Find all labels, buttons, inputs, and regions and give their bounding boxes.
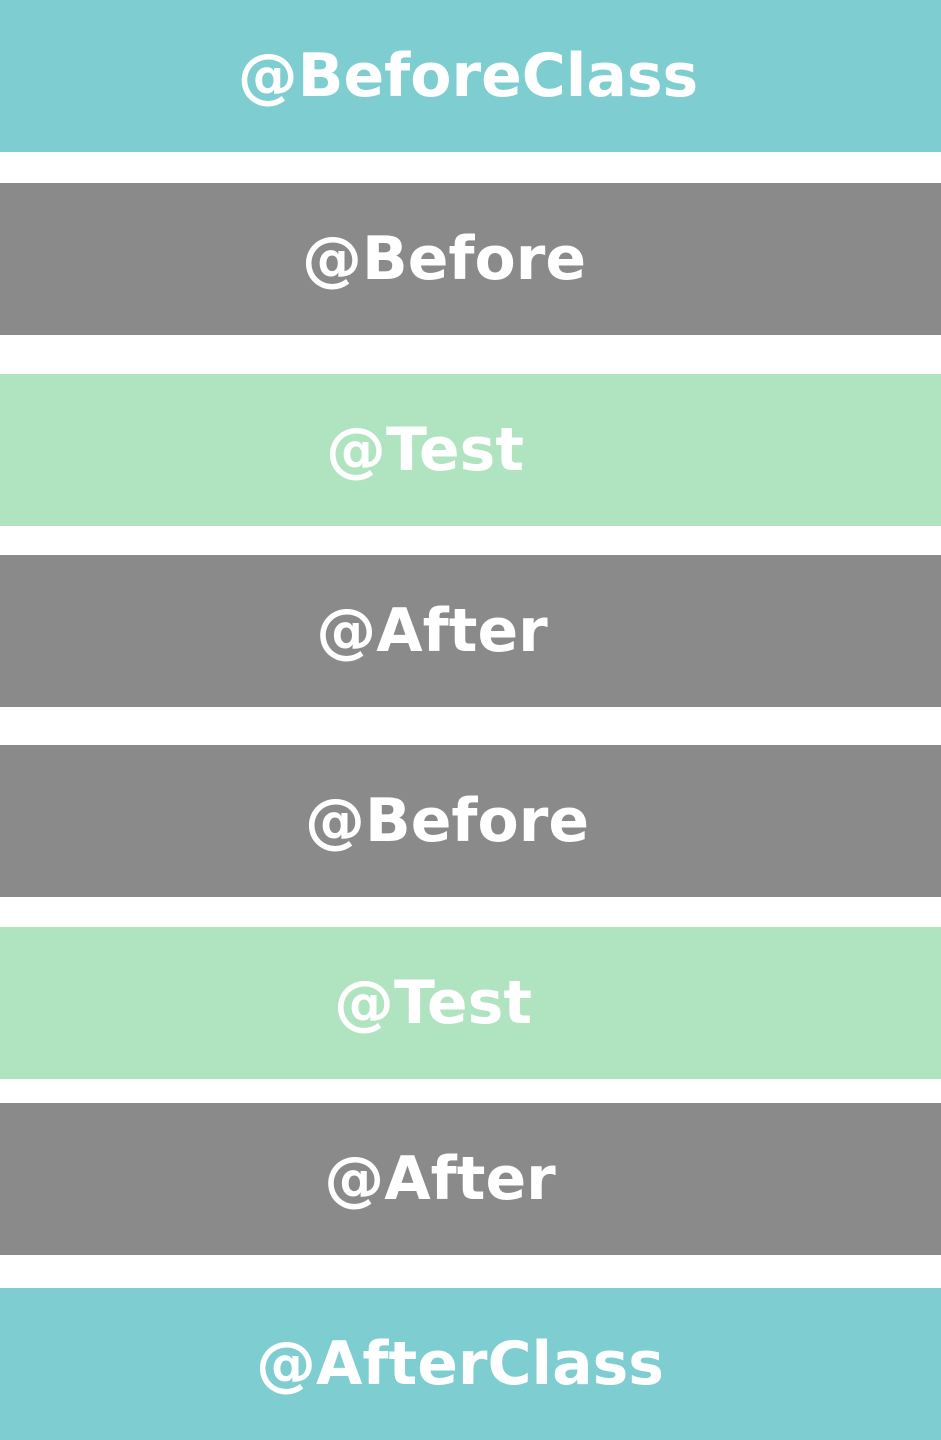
test-band-1: @Test bbox=[0, 374, 941, 526]
after-label-1: @After bbox=[316, 596, 548, 666]
test-label-1: @Test bbox=[325, 415, 525, 485]
test-label-2: @Test bbox=[333, 968, 533, 1038]
test-band-2: @Test bbox=[0, 927, 941, 1079]
before-class-label: @BeforeClass bbox=[237, 41, 699, 111]
before-band-1: @Before bbox=[0, 183, 941, 335]
before-class-band: @BeforeClass bbox=[0, 0, 941, 152]
after-band-2: @After bbox=[0, 1103, 941, 1255]
before-label-2: @Before bbox=[304, 786, 590, 856]
after-label-2: @After bbox=[324, 1144, 556, 1214]
after-class-label: @AfterClass bbox=[255, 1329, 665, 1399]
before-band-2: @Before bbox=[0, 745, 941, 897]
before-label-1: @Before bbox=[301, 224, 587, 294]
after-class-band: @AfterClass bbox=[0, 1288, 941, 1440]
after-band-1: @After bbox=[0, 555, 941, 707]
